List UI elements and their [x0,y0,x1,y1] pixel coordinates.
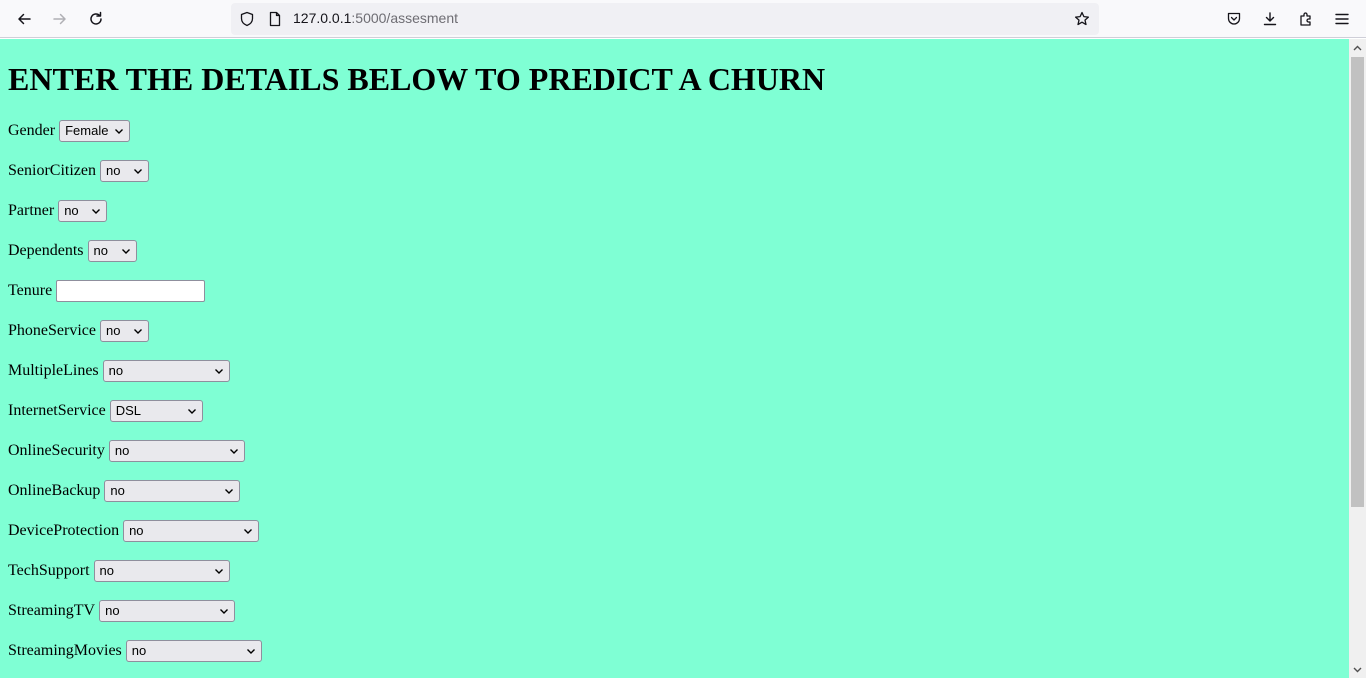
online-backup-value: no [110,483,125,498]
chevron-down-icon [133,329,142,334]
partner-row: Partner no [8,199,108,223]
url-path: :5000/assesment [351,10,459,26]
multiple-lines-row: MultipleLines no [8,359,230,383]
streaming-movies-label: StreamingMovies [8,642,122,659]
senior-citizen-select[interactable]: no [99,160,149,182]
internet-service-row: InternetService DSL [8,399,203,423]
senior-citizen-value: no [105,163,121,178]
tech-support-label: TechSupport [8,562,90,579]
device-protection-value: no [129,523,144,538]
pocket-icon [1227,12,1241,25]
dependents-row: Dependents no [8,239,137,263]
gender-value: Female [65,123,109,138]
chevron-down-icon [92,209,101,214]
internet-service-select[interactable]: DSL [109,400,203,422]
page-title: ENTER THE DETAILS BELOW TO PREDICT A CHU… [8,61,826,97]
online-security-row: OnlineSecurity no [8,439,245,463]
gender-label: Gender [8,122,56,139]
streaming-movies-row: StreamingMovies no [8,639,262,663]
partner-select[interactable]: no [58,200,108,222]
senior-citizen-row: SeniorCitizen no [8,159,149,183]
multiple-lines-label: MultipleLines [8,362,99,379]
online-backup-select[interactable]: no [104,480,241,502]
chevron-down-icon [133,169,142,174]
chevron-down-icon [115,129,124,134]
chevron-down-icon [246,649,255,654]
tech-support-select[interactable]: no [93,560,230,582]
menu-button[interactable] [1328,5,1356,33]
page-viewport: ENTER THE DETAILS BELOW TO PREDICT A CHU… [0,39,1349,678]
hamburger-menu-icon [1335,13,1349,25]
online-security-value: no [114,443,130,458]
shield-icon[interactable] [239,11,255,27]
partner-value: no [64,203,79,218]
scroll-down-icon [1353,667,1362,672]
chevron-down-icon [229,449,238,454]
dependents-select[interactable]: no [87,240,137,262]
multiple-lines-select[interactable]: no [102,360,230,382]
scroll-down-arrow[interactable] [1349,661,1366,678]
chevron-down-icon [244,529,253,534]
chevron-down-icon [225,489,234,494]
extensions-button[interactable] [1292,5,1320,33]
phone-service-value: no [105,323,121,338]
senior-citizen-label: SeniorCitizen [8,162,96,179]
page-icon[interactable] [267,11,283,27]
phone-service-label: PhoneService [8,322,96,339]
device-protection-select[interactable]: no [123,520,260,542]
url-host: 127.0.0.1 [293,10,352,26]
back-arrow-icon [18,13,31,25]
streaming-movies-value: no [131,643,147,658]
url-bar[interactable]: 127.0.0.1:5000/assesment [231,3,1099,35]
internet-service-value: DSL [115,403,142,418]
browser-toolbar: 127.0.0.1:5000/assesment [0,0,1366,38]
online-security-select[interactable]: no [108,440,245,462]
streaming-tv-label: StreamingTV [8,602,96,619]
pocket-button[interactable] [1220,5,1248,33]
phone-service-row: PhoneService no [8,319,149,343]
reload-icon [90,11,102,25]
online-backup-label: OnlineBackup [8,482,101,499]
online-security-label: OnlineSecurity [8,442,105,459]
tenure-row: Tenure [8,279,206,303]
device-protection-label: DeviceProtection [8,522,120,539]
tenure-input[interactable] [56,280,206,302]
scrollbar-thumb[interactable] [1351,57,1364,507]
download-icon [1263,12,1277,26]
url-text[interactable]: 127.0.0.1:5000/assesment [293,10,458,26]
streaming-tv-value: no [105,603,120,618]
device-protection-row: DeviceProtection no [8,519,260,543]
streaming-movies-select[interactable]: no [125,640,262,662]
scroll-up-icon [1353,45,1362,50]
streaming-tv-row: StreamingTV no [8,599,236,623]
gender-select[interactable]: Female [59,120,131,142]
chevron-down-icon [121,249,130,254]
chevron-down-icon [187,409,196,414]
gender-row: Gender Female [8,119,131,143]
internet-service-label: InternetService [8,402,106,419]
chevron-down-icon [220,609,229,614]
chevron-down-icon [214,369,223,374]
forward-button[interactable] [46,5,74,33]
vertical-scrollbar[interactable] [1349,39,1366,678]
multiple-lines-value: no [108,363,124,378]
back-button[interactable] [10,5,38,33]
tenure-label: Tenure [8,282,53,299]
scroll-up-arrow[interactable] [1349,39,1366,56]
bookmark-star-icon[interactable] [1074,11,1090,27]
dependents-value: no [93,243,108,258]
tech-support-value: no [99,563,114,578]
partner-label: Partner [8,202,55,219]
chevron-down-icon [214,569,223,574]
reload-button[interactable] [82,5,110,33]
online-backup-row: OnlineBackup no [8,479,241,503]
streaming-tv-select[interactable]: no [99,600,236,622]
puzzle-icon [1300,12,1311,26]
downloads-button[interactable] [1256,5,1284,33]
forward-arrow-icon [53,13,66,25]
phone-service-select[interactable]: no [99,320,149,342]
tech-support-row: TechSupport no [8,559,230,583]
dependents-label: Dependents [8,242,84,259]
